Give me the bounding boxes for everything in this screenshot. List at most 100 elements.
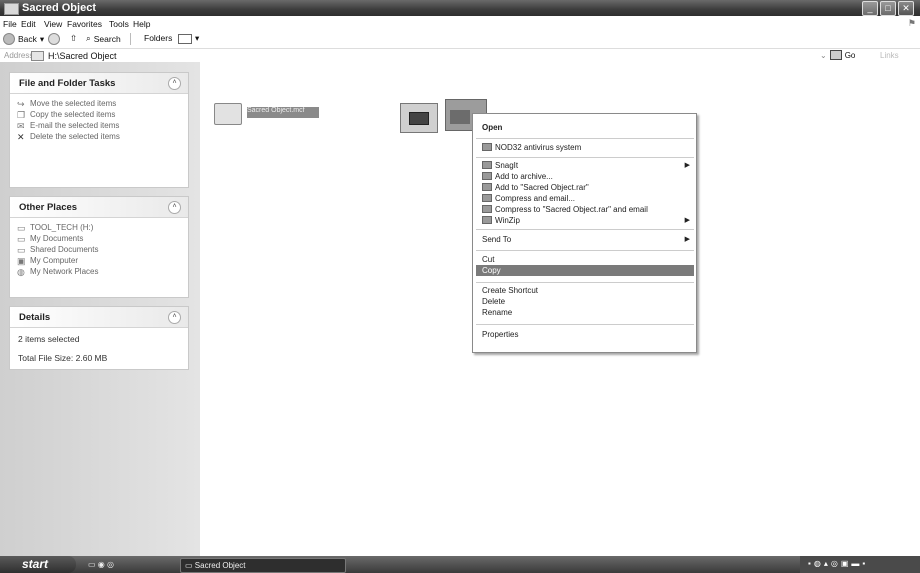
minimize-button[interactable]: _ bbox=[862, 1, 878, 16]
start-button[interactable]: start bbox=[0, 556, 76, 573]
menu-item-add-archive[interactable]: Add to archive... bbox=[476, 171, 694, 182]
quick-launch: ▭ ◉ ◎ bbox=[88, 558, 148, 571]
title-bar[interactable]: Sacred Object _ □ ✕ bbox=[0, 0, 920, 16]
search-button[interactable]: ⌕ Search bbox=[86, 33, 121, 44]
menu-item-open[interactable]: Open bbox=[476, 122, 694, 133]
submenu-arrow-icon: ▶ bbox=[684, 217, 690, 224]
collapse-chevron-icon[interactable]: ˄ bbox=[168, 311, 181, 324]
system-tray: ▪◍▴◎▣▬▪ bbox=[800, 556, 920, 573]
winrar-icon bbox=[482, 205, 492, 213]
menu-item-add-rar[interactable]: Add to "Sacred Object.rar" bbox=[476, 182, 694, 193]
address-label: Address bbox=[4, 51, 34, 60]
media-icon[interactable]: ◎ bbox=[107, 560, 114, 569]
task-email[interactable]: ✉ E-mail the selected items bbox=[10, 120, 188, 131]
place-drive[interactable]: ▭ TOOL_TECH (H:) bbox=[10, 222, 188, 233]
menu-item-compress-email[interactable]: Compress and email... bbox=[476, 193, 694, 204]
views-icon bbox=[178, 33, 192, 44]
chevron-down-icon: ▾ bbox=[195, 33, 200, 43]
antivirus-icon bbox=[482, 143, 492, 151]
panel-header[interactable]: File and Folder Tasks ˄ bbox=[10, 73, 188, 94]
chevron-down-icon: ▾ bbox=[39, 33, 45, 44]
winrar-icon bbox=[482, 194, 492, 202]
menu-item-nod32[interactable]: NOD32 antivirus system bbox=[476, 142, 694, 153]
folders-label: Folders bbox=[144, 33, 173, 43]
window-title: Sacred Object bbox=[22, 2, 96, 14]
menu-item-cut[interactable]: Cut bbox=[476, 254, 694, 265]
file-folder-tasks-panel: File and Folder Tasks ˄ ↪ Move the select… bbox=[9, 72, 189, 188]
back-button[interactable]: Back ▾ bbox=[3, 33, 44, 45]
up-folder-icon: ⇧ bbox=[70, 33, 78, 43]
folder-icon: ▭ bbox=[185, 561, 193, 570]
menu-item-properties[interactable]: Properties bbox=[476, 329, 694, 340]
place-network[interactable]: ◍ My Network Places bbox=[10, 266, 188, 277]
views-button[interactable]: ▾ bbox=[178, 33, 199, 44]
folders-button[interactable]: Folders bbox=[144, 33, 172, 43]
close-button[interactable]: ✕ bbox=[898, 1, 914, 16]
task-delete[interactable]: ✕ Delete the selected items bbox=[10, 131, 188, 142]
panel-title: File and Folder Tasks bbox=[19, 78, 116, 89]
up-button[interactable]: ⇧ bbox=[70, 33, 77, 44]
winrar-icon bbox=[482, 172, 492, 180]
place-shared-documents[interactable]: ▭ Shared Documents bbox=[10, 244, 188, 255]
menu-tools[interactable]: Tools bbox=[109, 19, 129, 29]
task-move[interactable]: ↪ Move the selected items bbox=[10, 98, 188, 109]
menu-item-snagit[interactable]: SnagIt ▶ bbox=[476, 160, 694, 171]
menu-item-copy[interactable]: Copy bbox=[476, 265, 694, 276]
go-button[interactable]: ⌄ Go bbox=[820, 50, 855, 60]
file-name-label[interactable]: Sacred Object.mcf bbox=[247, 107, 319, 118]
menu-item-delete[interactable]: Delete bbox=[476, 296, 694, 307]
start-label: start bbox=[22, 557, 49, 571]
show-desktop-icon[interactable]: ▭ bbox=[88, 560, 96, 569]
toolbar: Back ▾ ⇧ ⌕ Search Folders ▾ bbox=[0, 30, 920, 47]
taskbar-task-label: Sacred Object bbox=[194, 561, 246, 570]
back-label: Back bbox=[18, 34, 37, 44]
file-thumbnail-icon[interactable] bbox=[400, 103, 438, 133]
place-my-computer[interactable]: ▣ My Computer bbox=[10, 255, 188, 266]
menu-item-create-shortcut[interactable]: Create Shortcut bbox=[476, 285, 694, 296]
task-copy[interactable]: ❐ Copy the selected items bbox=[10, 109, 188, 120]
menu-edit[interactable]: Edit bbox=[21, 19, 36, 29]
menu-item-send-to[interactable]: Send To ▶ bbox=[476, 234, 694, 245]
submenu-arrow-icon: ▶ bbox=[684, 162, 690, 169]
menu-file[interactable]: File bbox=[3, 19, 17, 29]
tray-icons[interactable]: ▪◍▴◎▣▬▪ bbox=[808, 559, 868, 568]
browser-icon[interactable]: ◉ bbox=[98, 560, 105, 569]
forward-arrow-icon bbox=[48, 33, 60, 45]
file-icon[interactable] bbox=[214, 103, 242, 125]
maximize-button[interactable]: □ bbox=[880, 1, 896, 16]
menu-item-compress-rar-email[interactable]: Compress to "Sacred Object.rar" and emai… bbox=[476, 204, 694, 215]
address-path: H:\Sacred Object bbox=[48, 50, 117, 61]
panel-title: Details bbox=[19, 312, 51, 323]
taskbar-button-sacred-object[interactable]: ▭ Sacred Object bbox=[180, 558, 346, 573]
snagit-icon bbox=[482, 161, 492, 169]
other-places-panel: Other Places ˄ ▭ TOOL_TECH (H:) ▭ My Docum… bbox=[9, 196, 189, 298]
winrar-icon bbox=[482, 183, 492, 191]
menu-help[interactable]: Help bbox=[133, 19, 150, 29]
details-selected: 2 items selected bbox=[18, 334, 80, 344]
address-bar: Address H:\Sacred Object ⌄ Go Links bbox=[0, 48, 920, 62]
context-menu: Open NOD32 antivirus system SnagIt ▶ Add … bbox=[472, 113, 697, 353]
go-arrow-icon bbox=[829, 50, 842, 60]
collapse-chevron-icon[interactable]: ˄ bbox=[168, 77, 181, 90]
windows-flag-icon: ⚑ bbox=[907, 18, 916, 28]
links-label[interactable]: Links bbox=[880, 51, 899, 60]
menu-view[interactable]: View bbox=[44, 19, 62, 29]
place-my-documents[interactable]: ▭ My Documents bbox=[10, 233, 188, 244]
chevron-down-icon: ⌄ bbox=[820, 50, 827, 60]
address-input[interactable]: H:\Sacred Object bbox=[31, 50, 811, 61]
search-label: Search bbox=[93, 33, 121, 44]
forward-button[interactable] bbox=[48, 33, 60, 45]
search-icon: ⌕ bbox=[86, 33, 91, 43]
panel-header[interactable]: Other Places ˄ bbox=[10, 197, 188, 218]
menu-favorites[interactable]: Favorites bbox=[67, 19, 102, 29]
delete-icon: ✕ bbox=[17, 132, 25, 142]
go-label: Go bbox=[844, 50, 856, 60]
menu-item-winzip[interactable]: WinZip ▶ bbox=[476, 215, 694, 226]
collapse-chevron-icon[interactable]: ˄ bbox=[168, 201, 181, 214]
menu-item-rename[interactable]: Rename bbox=[476, 307, 694, 318]
panel-header[interactable]: Details ˄ bbox=[10, 307, 188, 328]
taskbar: ▭ ◉ ◎ ▭ Sacred Object bbox=[0, 556, 920, 573]
menu-bar: File Edit View Favorites Tools Help ⚑ bbox=[0, 17, 920, 30]
folder-icon bbox=[4, 3, 19, 15]
details-panel: Details ˄ 2 items selected Total File Si… bbox=[9, 306, 189, 370]
